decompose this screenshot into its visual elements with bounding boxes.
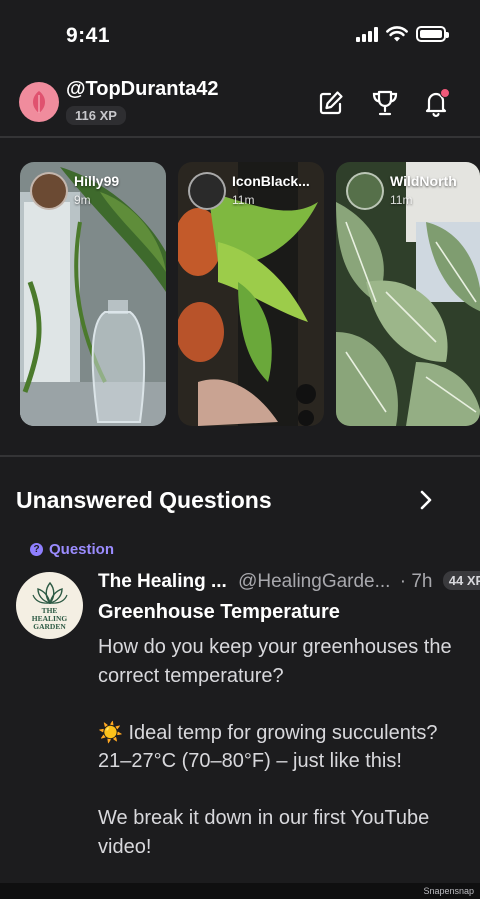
story-card[interactable]: IconBlack... 11m bbox=[178, 162, 324, 426]
username[interactable]: @TopDuranta42 bbox=[66, 78, 218, 101]
leaf-icon bbox=[33, 91, 45, 113]
story-avatar bbox=[30, 172, 68, 210]
profile-header: @TopDuranta42 116 XP bbox=[0, 74, 480, 136]
edit-icon[interactable] bbox=[316, 88, 346, 118]
xp-badge: 116 XP bbox=[66, 106, 126, 125]
trophy-icon[interactable] bbox=[370, 88, 400, 118]
story-card[interactable]: WildNorth 11m bbox=[336, 162, 480, 426]
story-avatar bbox=[346, 172, 384, 210]
user-avatar[interactable] bbox=[19, 82, 59, 122]
sun-icon: ☀️ bbox=[98, 721, 123, 744]
story-username: IconBlack... bbox=[232, 173, 310, 189]
story-username: Hilly99 bbox=[74, 173, 120, 189]
post-body-line: How do you keep your greenhouses the cor… bbox=[98, 636, 452, 687]
question-tag-label: Question bbox=[49, 541, 115, 558]
story-time: 11m bbox=[232, 193, 255, 207]
bottom-bar bbox=[0, 883, 480, 899]
author-xp-badge: 44 XP bbox=[442, 571, 480, 590]
story-card[interactable]: Hilly99 9m bbox=[20, 162, 166, 426]
post-body-line: ☀️ Ideal temp for growing succulents? bbox=[98, 721, 438, 744]
post-header: The Healing ... @HealingGarde... · 7h 44… bbox=[98, 571, 480, 597]
post-title[interactable]: Greenhouse Temperature bbox=[98, 601, 340, 624]
chevron-right-icon[interactable] bbox=[414, 488, 438, 512]
author-name[interactable]: The Healing ... bbox=[98, 571, 227, 592]
post-body-line: We break it down in our first YouTube vi… bbox=[98, 807, 430, 858]
header-divider bbox=[0, 136, 480, 138]
story-time: 9m bbox=[74, 193, 91, 207]
stories-row[interactable]: Hilly99 9m IconBlack... 11m WildNorth 11… bbox=[20, 162, 480, 426]
post-body-line: 21–27°C (70–80°F) – just like this! bbox=[98, 750, 402, 772]
post-time: · 7h bbox=[399, 571, 433, 592]
signal-icon bbox=[356, 26, 378, 42]
battery-icon bbox=[416, 26, 449, 42]
author-avatar[interactable]: THE HEALING GARDEN bbox=[16, 572, 83, 639]
author-handle[interactable]: @HealingGarde... bbox=[238, 571, 390, 592]
wifi-icon bbox=[386, 26, 408, 42]
status-bar: 9:41 bbox=[0, 0, 480, 72]
notifications-button[interactable] bbox=[421, 88, 451, 118]
status-time: 9:41 bbox=[66, 24, 111, 47]
question-tag: ? Question bbox=[30, 541, 114, 558]
section-title: Unanswered Questions bbox=[16, 487, 272, 513]
watermark: Snapensnap bbox=[423, 886, 474, 896]
lotus-logo-icon bbox=[31, 581, 68, 604]
logo-text: THE HEALING GARDEN bbox=[31, 605, 68, 631]
question-icon: ? bbox=[30, 543, 43, 556]
story-time: 11m bbox=[390, 193, 413, 207]
notification-dot bbox=[440, 88, 450, 98]
status-icons bbox=[356, 26, 449, 42]
story-avatar bbox=[188, 172, 226, 210]
post-body[interactable]: How do you keep your greenhouses the cor… bbox=[98, 633, 468, 861]
story-username: WildNorth bbox=[390, 173, 457, 189]
stories-divider bbox=[0, 455, 480, 457]
